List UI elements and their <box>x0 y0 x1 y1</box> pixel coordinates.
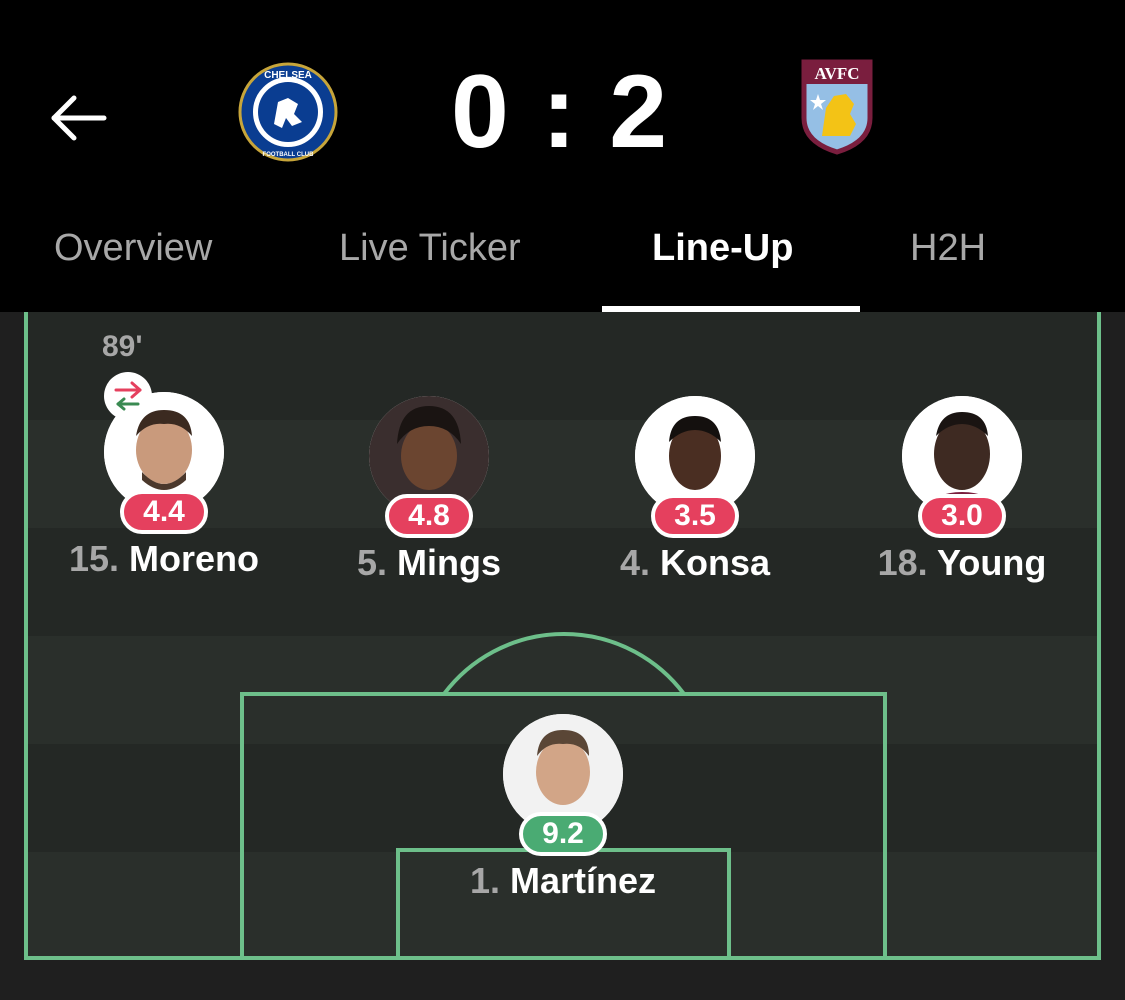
player-name: Martínez <box>510 860 657 901</box>
tab-live-ticker[interactable]: Live Ticker <box>339 212 521 312</box>
player-mings[interactable]: 4.8 5. Mings <box>309 396 549 596</box>
player-rating: 3.0 <box>918 494 1006 538</box>
player-name: Young <box>937 542 1047 583</box>
match-score: 0 : 2 <box>450 54 670 170</box>
substitution-arrows-icon <box>114 381 142 411</box>
player-rating: 3.5 <box>651 494 739 538</box>
substitution-time: 89' <box>102 330 143 363</box>
player-number: 18. <box>877 542 928 583</box>
player-name: Moreno <box>129 538 260 579</box>
player-rating: 4.4 <box>120 490 208 534</box>
tab-overview[interactable]: Overview <box>54 212 212 312</box>
player-martinez[interactable]: 9.2 1. Martínez <box>443 714 683 914</box>
match-header: CHELSEA FOOTBALL CLUB 0 : 2 AVFC Overvie… <box>0 0 1125 312</box>
player-name: Mings <box>397 542 502 583</box>
player-name-label: 18. Young <box>802 542 1122 584</box>
away-crest-text: AVFC <box>814 64 859 83</box>
home-crest-text-top: CHELSEA <box>264 70 312 81</box>
chelsea-crest-icon: CHELSEA FOOTBALL CLUB <box>238 62 338 162</box>
player-number: 15. <box>68 538 120 579</box>
player-konsa[interactable]: 3.5 4. Konsa <box>575 396 815 596</box>
player-number: 1. <box>469 860 500 901</box>
back-button[interactable] <box>46 88 110 148</box>
player-young[interactable]: 3.0 18. Young <box>842 396 1082 596</box>
player-rating: 4.8 <box>385 494 473 538</box>
player-number: 4. <box>619 542 650 583</box>
player-name-label: 1. Martínez <box>403 860 723 902</box>
player-rating: 9.2 <box>519 812 607 856</box>
home-team-crest[interactable]: CHELSEA FOOTBALL CLUB <box>238 62 338 162</box>
aston-villa-crest-icon: AVFC <box>801 59 873 155</box>
player-number: 5. <box>356 542 387 583</box>
back-arrow-icon <box>51 95 107 141</box>
player-moreno[interactable]: 4.4 15. Moreno <box>44 392 284 592</box>
away-team-crest[interactable]: AVFC <box>800 58 874 156</box>
home-crest-text-bottom: FOOTBALL CLUB <box>263 152 315 158</box>
tab-bar: Overview Live Ticker Line-Up H2H <box>0 212 1125 312</box>
player-name: Konsa <box>660 542 771 583</box>
substitution-badge <box>104 372 152 420</box>
tab-line-up[interactable]: Line-Up <box>652 212 793 312</box>
tab-h2h[interactable]: H2H <box>910 212 986 312</box>
